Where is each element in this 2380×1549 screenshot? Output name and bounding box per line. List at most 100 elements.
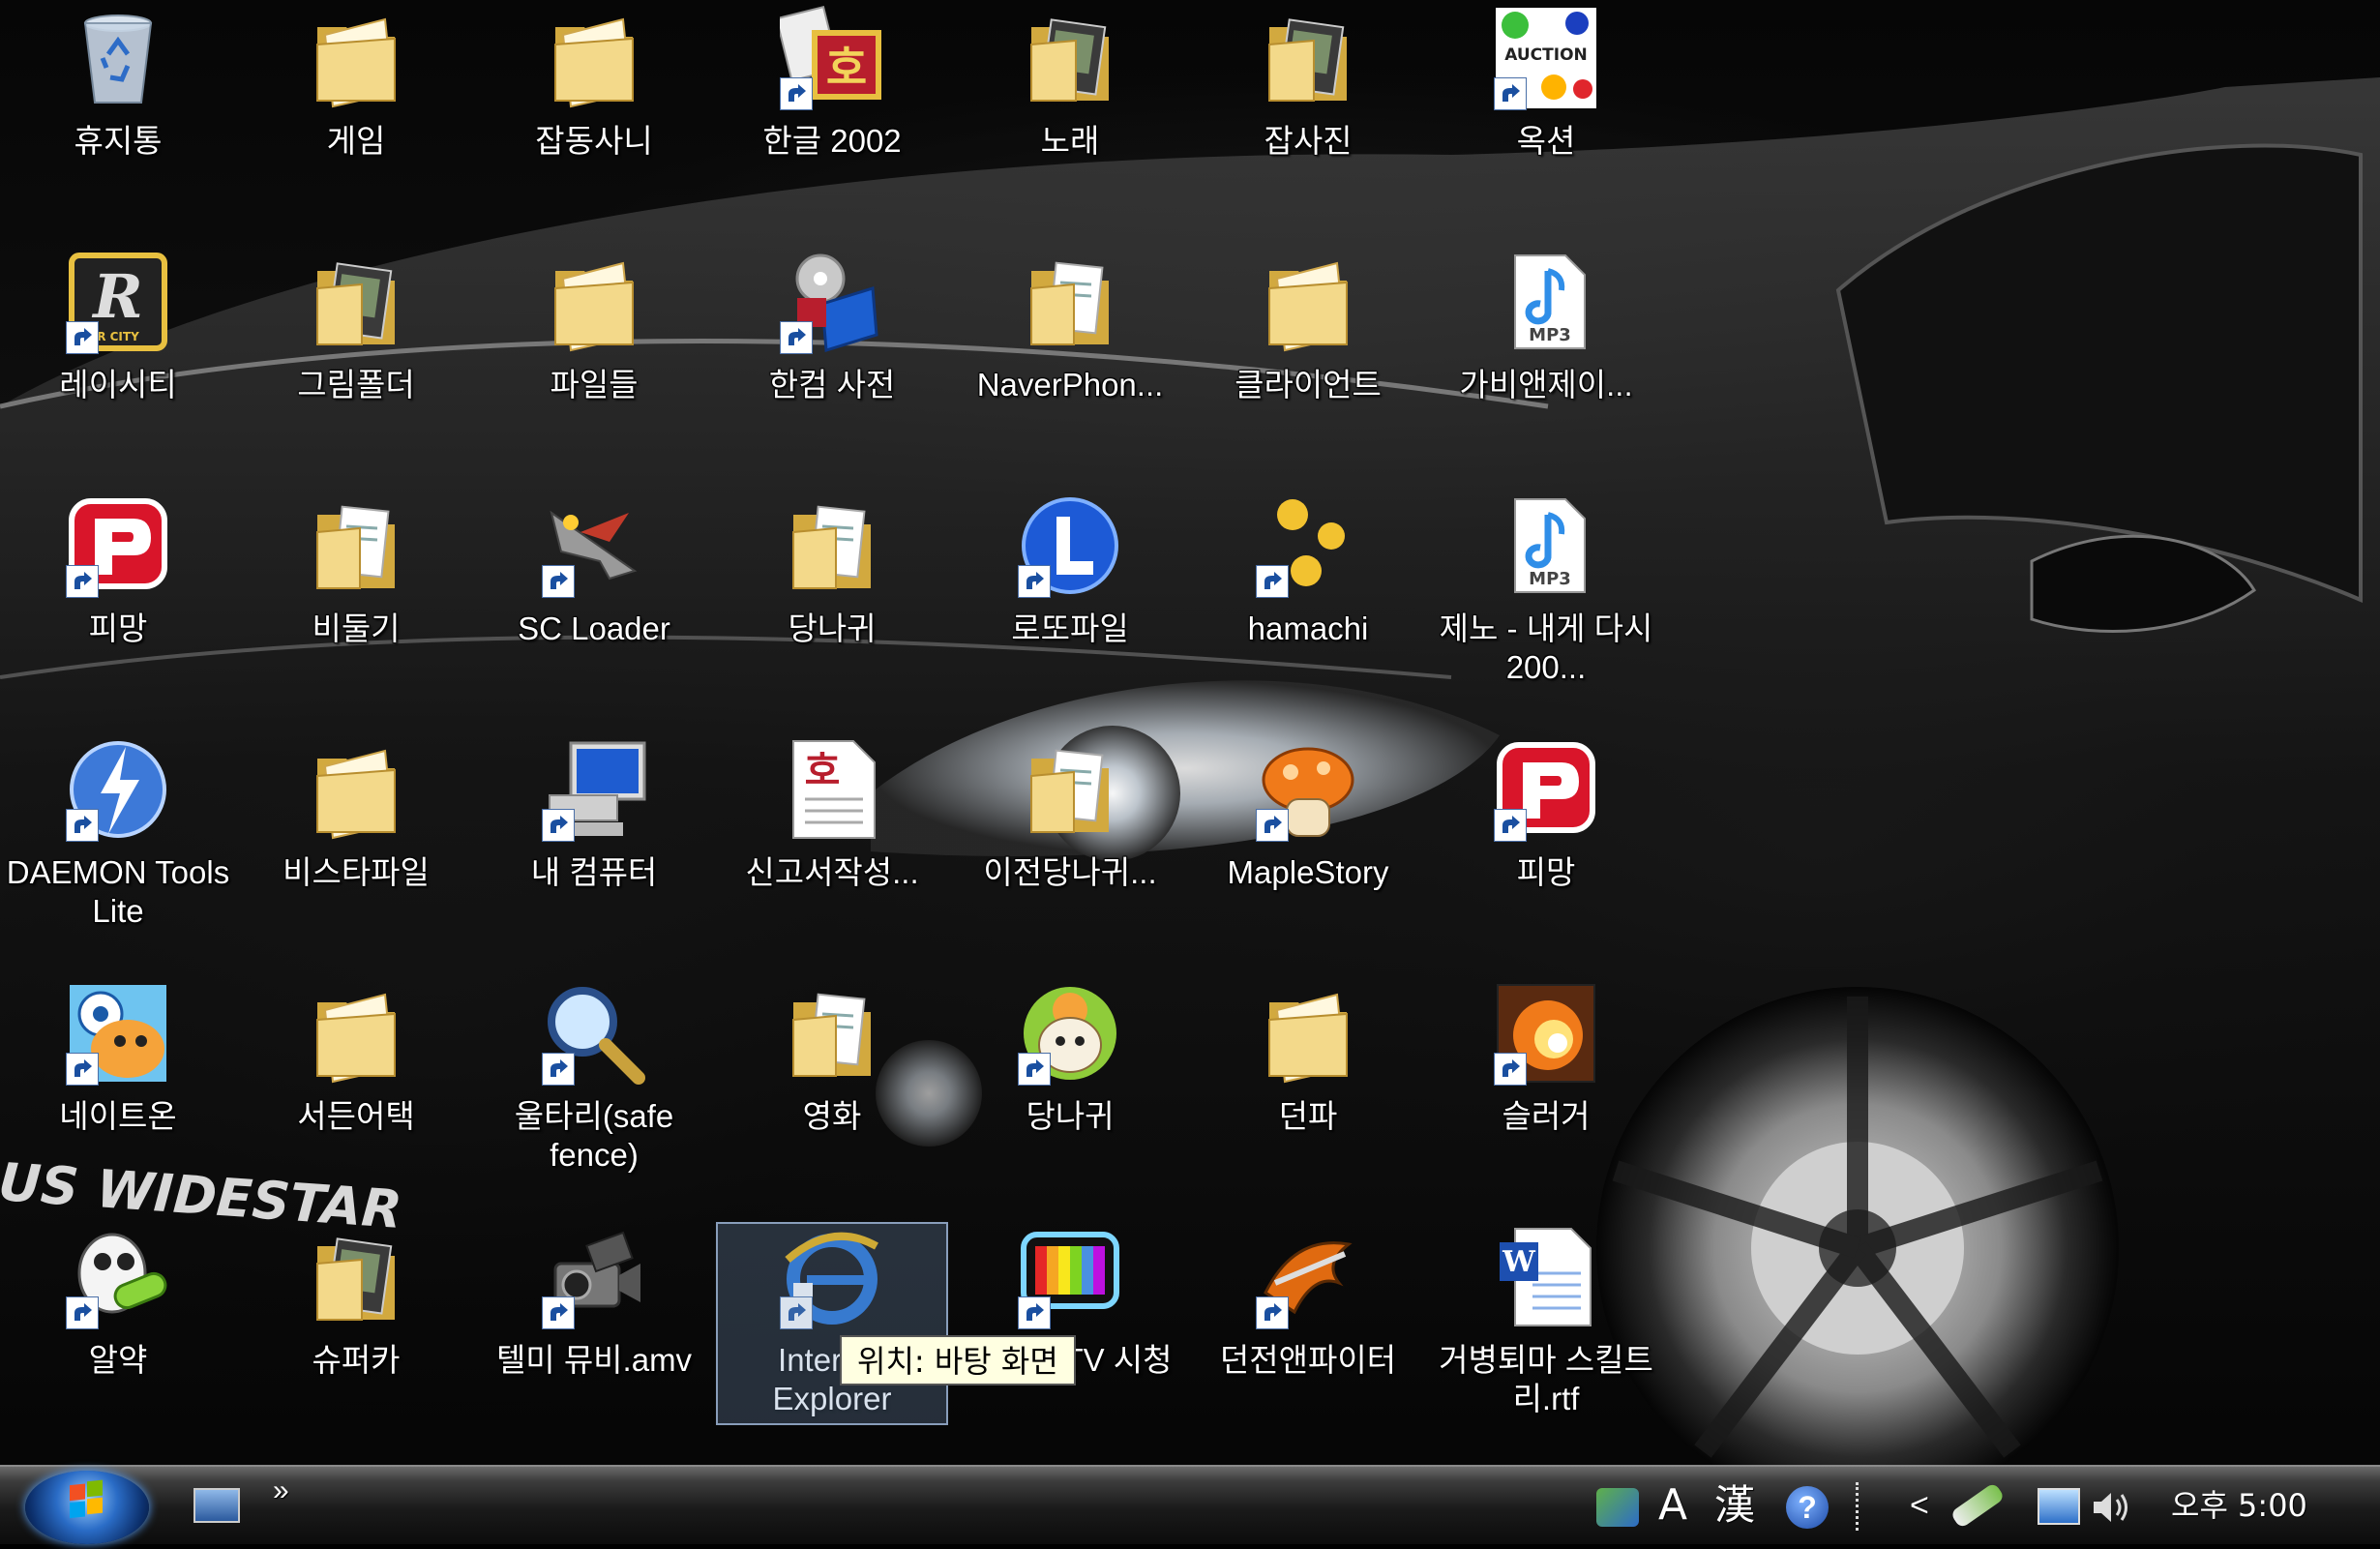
desktop-icon[interactable]: 슈퍼카: [240, 1219, 472, 1461]
desktop-icon[interactable]: 당나귀: [954, 975, 1186, 1217]
desktop-icon[interactable]: 호 신고서작성...: [716, 731, 948, 973]
desktop-icon[interactable]: 영화: [716, 975, 948, 1217]
desktop-icon-label: 거병퇴마 스킬트리.rtf: [1439, 1342, 1653, 1416]
computer-icon: [542, 737, 646, 842]
desktop-icon[interactable]: 잡사진: [1192, 0, 1424, 242]
donkey-icon: [1018, 981, 1122, 1086]
desktop-icon-label: MapleStory: [1227, 854, 1389, 890]
desktop-icon[interactable]: 호 한글 2002: [716, 0, 948, 242]
svg-text:호: 호: [805, 749, 841, 793]
desktop-icon-label: 한컴 사전: [768, 367, 896, 402]
language-bar-icon[interactable]: [1596, 1488, 1639, 1527]
shortcut-arrow-icon: [1256, 809, 1289, 842]
show-desktop-icon[interactable]: [193, 1488, 240, 1523]
desktop-icon[interactable]: 파일들: [478, 244, 710, 486]
shortcut-arrow-icon: [66, 321, 99, 354]
desktop-icon[interactable]: 노래: [954, 0, 1186, 242]
volume-icon[interactable]: [2092, 1490, 2132, 1525]
help-icon[interactable]: ?: [1786, 1486, 1829, 1529]
desktop-icon-label: 텔미 뮤비.amv: [495, 1342, 693, 1378]
shortcut-arrow-icon: [1018, 565, 1051, 598]
desktop-icon[interactable]: MP3 제노 - 내게 다시 200...: [1430, 488, 1662, 730]
start-button[interactable]: [25, 1471, 149, 1544]
svg-text:AUCTION: AUCTION: [1504, 45, 1588, 65]
desktop-icon-label: 제노 - 내게 다시 200...: [1439, 611, 1653, 685]
desktop-icon[interactable]: 내 컴퓨터: [478, 731, 710, 973]
desktop-icon[interactable]: 잡동사니: [478, 0, 710, 242]
shortcut-arrow-icon: [780, 77, 813, 110]
desktop-icon[interactable]: 울타리(safe fence): [478, 975, 710, 1217]
shortcut-arrow-icon: [1018, 1053, 1051, 1086]
desktop-icon-label: 내 컴퓨터: [530, 854, 658, 890]
magnifier-icon: [542, 981, 646, 1086]
desktop-icon[interactable]: SC Loader: [478, 488, 710, 730]
desktop-icon[interactable]: MP3 가비앤제이...: [1430, 244, 1662, 486]
desktop-icon-label: 휴지통: [74, 123, 163, 159]
racity-icon: RR CITY: [66, 250, 170, 354]
desktop[interactable]: US WIDESTAR 휴지통 게임 잡동사니 호 한글 2002 노래 잡사진 AUCTIO…: [0, 0, 2380, 1465]
desktop-icon-label: 레이시티: [59, 367, 177, 402]
quicklaunch-more-button[interactable]: »: [273, 1467, 289, 1515]
desktop-icon[interactable]: 휴지통: [2, 0, 234, 242]
folder-doc-icon: [780, 981, 884, 1086]
language-options-icon[interactable]: [1856, 1482, 1880, 1531]
desktop-icon[interactable]: 던전앤파이터: [1192, 1219, 1424, 1461]
pmang-icon: [66, 493, 170, 598]
desktop-icon-label: 로또파일: [1011, 611, 1129, 646]
shortcut-arrow-icon: [66, 1053, 99, 1086]
shortcut-arrow-icon: [780, 321, 813, 354]
desktop-icon-label: 서든어택: [297, 1098, 415, 1134]
help-label: ?: [1798, 1490, 1817, 1525]
desktop-icon[interactable]: W 거병퇴마 스킬트리.rtf: [1430, 1219, 1662, 1461]
desktop-icon[interactable]: hamachi: [1192, 488, 1424, 730]
desktop-icon[interactable]: 당나귀: [716, 488, 948, 730]
usb-device-icon[interactable]: [1949, 1481, 2006, 1530]
dnf-icon: [1256, 1225, 1360, 1329]
folder-icon: [1256, 250, 1360, 354]
folder-doc-icon: [780, 493, 884, 598]
desktop-icon[interactable]: 슬러거: [1430, 975, 1662, 1217]
desktop-icon[interactable]: 로또파일: [954, 488, 1186, 730]
clock[interactable]: 오후 5:00: [2171, 1467, 2307, 1544]
desktop-icon[interactable]: RR CITY 레이시티: [2, 244, 234, 486]
recycle-icon: [66, 6, 170, 110]
nate-icon: [66, 981, 170, 1086]
desktop-icon[interactable]: 서든어택: [240, 975, 472, 1217]
desktop-icon[interactable]: 비스타파일: [240, 731, 472, 973]
desktop-icon-label: 잡동사니: [535, 123, 653, 159]
desktop-icon[interactable]: MapleStory: [1192, 731, 1424, 973]
desktop-icon[interactable]: DAEMON Tools Lite: [2, 731, 234, 973]
ime-mode-button[interactable]: A: [1658, 1467, 1687, 1544]
ime-hanja-button[interactable]: 漢: [1714, 1467, 1755, 1544]
desktop-icon[interactable]: 네이트온: [2, 975, 234, 1217]
folder-doc-icon: [1018, 250, 1122, 354]
desktop-icon[interactable]: 클라이언트: [1192, 244, 1424, 486]
desktop-icon-label: NaverPhon...: [976, 367, 1164, 402]
network-icon[interactable]: [2038, 1488, 2080, 1525]
svg-text:호: 호: [826, 42, 867, 94]
daemon-icon: [66, 737, 170, 842]
desktop-icon[interactable]: 게임: [240, 0, 472, 242]
desktop-icon[interactable]: 그림폴더: [240, 244, 472, 486]
desktop-icon-label: 네이트온: [59, 1098, 177, 1134]
desktop-icon[interactable]: 알약: [2, 1219, 234, 1461]
desktop-icon[interactable]: 피망: [1430, 731, 1662, 973]
desktop-icon[interactable]: 한컴 사전: [716, 244, 948, 486]
tray-expand-button[interactable]: <: [1910, 1467, 1929, 1544]
desktop-icon[interactable]: 비둘기: [240, 488, 472, 730]
desktop-icon[interactable]: 피망: [2, 488, 234, 730]
pmang-icon: [1494, 737, 1598, 842]
desktop-icon-label: 이전당나귀...: [983, 854, 1157, 890]
desktop-icon-label: 던파: [1278, 1098, 1338, 1134]
desktop-icon[interactable]: 텔미 뮤비.amv: [478, 1219, 710, 1461]
folder-icon: [542, 250, 646, 354]
desktop-icon-label: 피망: [88, 611, 148, 646]
desktop-icon-label: 피망: [1516, 854, 1576, 890]
dict-icon: [780, 250, 884, 354]
desktop-icon[interactable]: 던파: [1192, 975, 1424, 1217]
desktop-icon[interactable]: 이전당나귀...: [954, 731, 1186, 973]
desktop-icon[interactable]: AUCTION 옥션: [1430, 0, 1662, 242]
auction-icon: AUCTION: [1494, 6, 1598, 110]
desktop-icon[interactable]: NaverPhon...: [954, 244, 1186, 486]
slugger-icon: [1494, 981, 1598, 1086]
